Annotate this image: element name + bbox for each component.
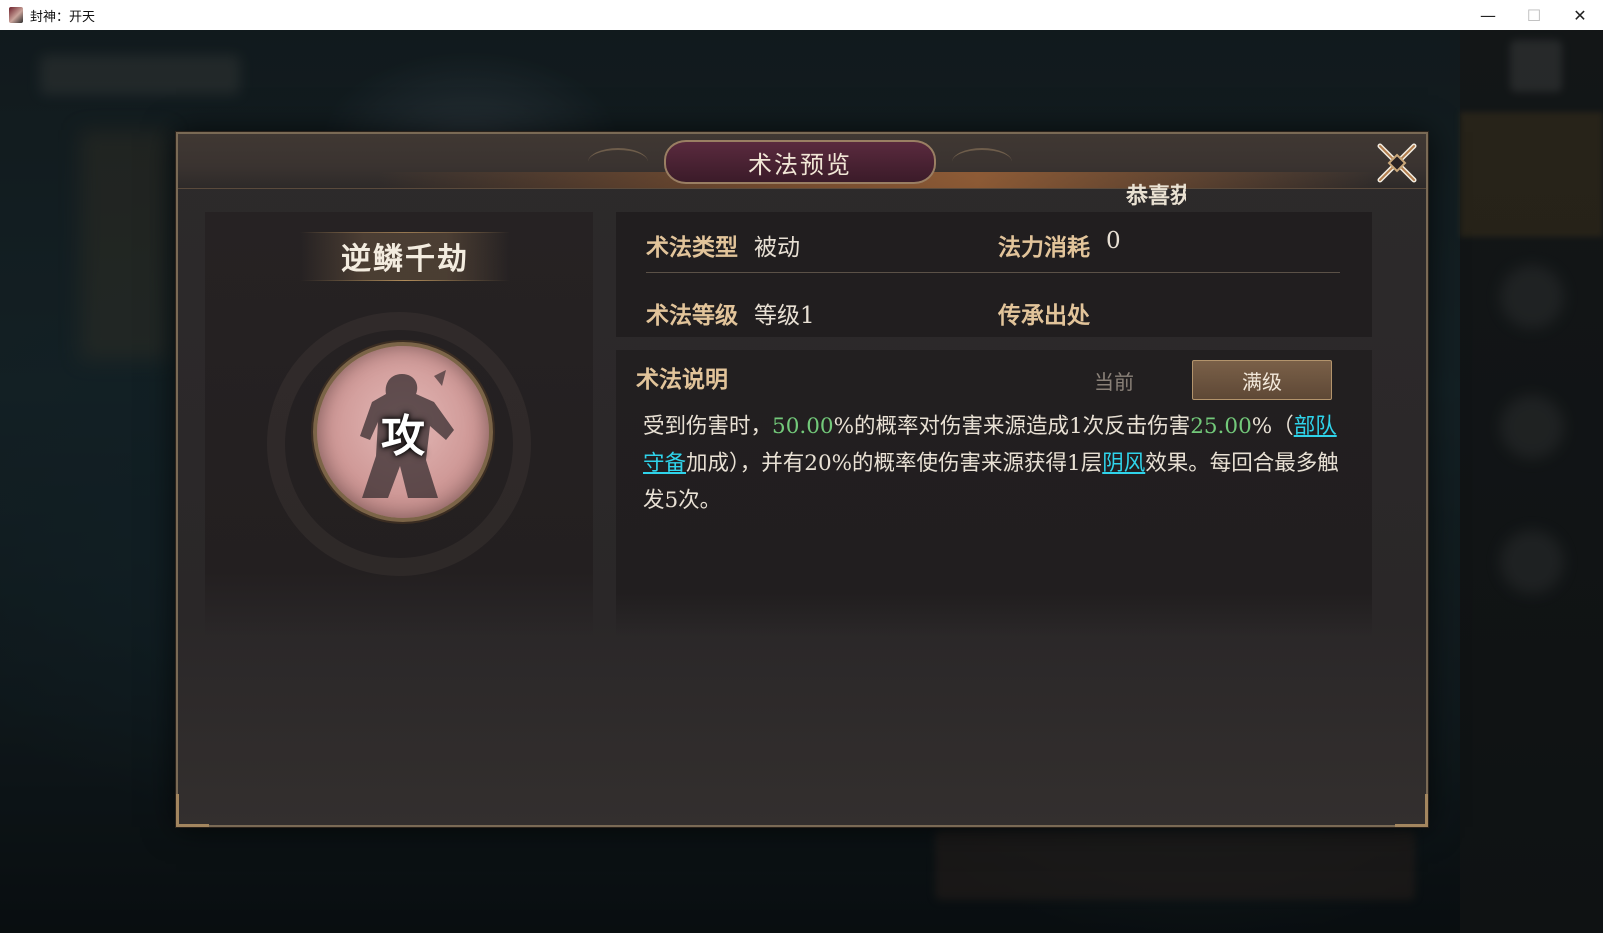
description-segment: 受到伤害时， [643,414,773,439]
dialog-title: 术法预览 [664,140,936,184]
damage-percent-value: 25.00 [1190,414,1252,439]
skill-icon: 攻 [313,342,493,522]
yin-wind-link[interactable]: 阴风 [1102,451,1145,476]
congrats-toast: 恭喜获得 [1126,183,1186,208]
skill-preview-dialog: 术法预览 恭喜获得 逆鳞千劫 攻 [176,132,1428,827]
minimize-button[interactable]: — [1465,0,1511,30]
skill-type-value: 被动 [754,235,800,261]
window-controls: — ☐ ✕ [1465,0,1603,30]
description-segment: %（ [1251,414,1294,439]
skill-type-label: 术法类型 [646,234,738,261]
mana-cost-label: 法力消耗 [998,234,1090,261]
description-label: 术法说明 [636,366,728,393]
window-title: 封神：开天 [30,9,96,25]
skill-level-value: 等级1 [754,303,815,329]
title-ornament-left [588,148,648,176]
skill-source-label: 传承出处 [998,302,1090,329]
window-close-button[interactable]: ✕ [1557,0,1603,30]
description-text: 受到伤害时，50.00%的概率对伤害来源造成1次反击伤害25.00%（部队守备加… [643,408,1348,519]
dialog-close-button[interactable] [1374,140,1420,186]
description-segment: 加成），并有20%的概率使伤害来源获得1层 [686,451,1103,476]
title-ornament-right [952,148,1012,176]
app-icon [9,7,23,23]
corner-ornament [1395,794,1428,827]
info-divider [646,272,1340,273]
skill-level-label: 术法等级 [646,302,738,329]
mana-cost-value: 0 [1106,228,1121,254]
skill-description-panel: 术法说明 当前 满级 受到伤害时，50.00%的概率对伤害来源造成1次反击伤害2… [616,350,1372,636]
trigger-chance-value: 50.00 [772,414,834,439]
description-segment: %的概率对伤害来源造成1次反击伤害 [833,414,1191,439]
skill-name: 逆鳞千劫 [300,232,510,280]
skill-type-glyph: 攻 [381,411,425,462]
app-root: 封神：开天 — ☐ ✕ 术法预览 恭喜获 逆鳞千劫 攻 术法类型 被动 法力消耗… [0,0,1603,933]
corner-ornament [176,794,209,827]
maximize-button[interactable]: ☐ [1511,0,1557,30]
dialog-header: 术法预览 [178,134,1426,189]
window-titlebar: 封神：开天 — ☐ ✕ [0,0,1603,31]
close-icon [1377,143,1417,183]
skill-panel: 逆鳞千劫 攻 [205,212,593,636]
tab-max-level[interactable]: 满级 [1192,360,1332,400]
skill-info-panel: 术法类型 被动 法力消耗 0 术法等级 等级1 传承出处 [616,212,1372,337]
name-divider-bottom [300,280,510,281]
tab-current-level[interactable]: 当前 [1094,366,1134,395]
